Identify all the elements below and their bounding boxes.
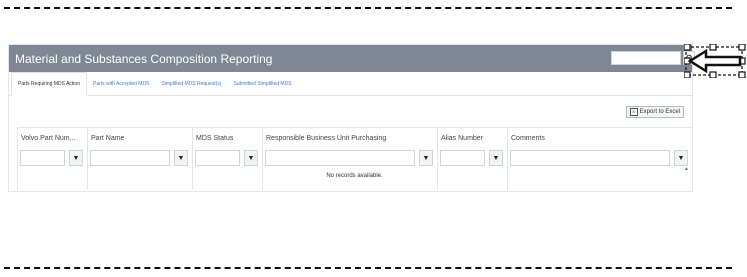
filter-input[interactable] bbox=[440, 150, 485, 166]
column-header[interactable]: Responsible Business Unit Purchasing bbox=[263, 128, 437, 150]
column-header[interactable]: Volvo Part Num... bbox=[18, 128, 87, 150]
tab-parts-requiring-mds-action[interactable]: Parts Requiring MDS Action bbox=[11, 72, 87, 96]
tab-parts-with-accepted-mds[interactable]: Parts with Accepted MDS bbox=[87, 73, 155, 95]
filter-input[interactable] bbox=[195, 150, 240, 166]
top-dashed-rule bbox=[4, 7, 732, 9]
scroll-up-icon[interactable]: ▲ bbox=[684, 166, 689, 172]
column-alias-number: Alias Number ▼ bbox=[437, 128, 507, 190]
export-to-excel-button[interactable]: X Export to Excel bbox=[625, 106, 684, 118]
tab-simplified-mds-requests[interactable]: Simplified MDS Request(s) bbox=[155, 73, 227, 95]
filter-icon[interactable]: ▼ bbox=[69, 150, 83, 166]
column-filter: ▼ bbox=[20, 150, 83, 166]
tab-content: X Export to Excel Volvo Part Num... ▼ Pa… bbox=[9, 96, 692, 192]
filter-input[interactable] bbox=[20, 150, 65, 166]
filter-icon[interactable]: ▼ bbox=[674, 150, 688, 166]
column-header[interactable]: Comments bbox=[508, 128, 692, 150]
column-header[interactable]: Alias Number bbox=[438, 128, 507, 150]
page-title: Material and Substances Composition Repo… bbox=[15, 51, 273, 66]
filter-input[interactable] bbox=[510, 150, 670, 166]
filter-icon[interactable]: ▼ bbox=[244, 150, 258, 166]
tab-submitted-simplified-mds[interactable]: Submitted Simplified MDS bbox=[227, 73, 297, 95]
excel-icon: X bbox=[629, 108, 638, 116]
filter-icon[interactable]: ▼ bbox=[489, 150, 503, 166]
filter-input[interactable] bbox=[265, 150, 415, 166]
column-volvo-part-number: Volvo Part Num... ▼ bbox=[17, 128, 87, 190]
parts-grid: Volvo Part Num... ▼ Part Name ▼ MDS Stat… bbox=[17, 127, 692, 190]
column-mds-status: MDS Status ▼ bbox=[192, 128, 262, 190]
callout-arrow-icon bbox=[684, 44, 746, 78]
column-comments: Comments ▼ bbox=[507, 128, 692, 190]
export-label: Export to Excel bbox=[639, 109, 680, 115]
column-filter: ▼ bbox=[195, 150, 258, 166]
column-header[interactable]: Part Name bbox=[88, 128, 192, 150]
column-filter: ▼ bbox=[510, 150, 688, 166]
filter-icon[interactable]: ▼ bbox=[174, 150, 188, 166]
search-input[interactable] bbox=[611, 51, 681, 65]
title-bar: Material and Substances Composition Repo… bbox=[9, 45, 695, 72]
column-header[interactable]: MDS Status bbox=[193, 128, 262, 150]
mds-reporting-panel: Material and Substances Composition Repo… bbox=[8, 44, 695, 192]
filter-icon[interactable]: ▼ bbox=[419, 150, 433, 166]
column-filter: ▼ bbox=[90, 150, 188, 166]
column-filter: ▼ bbox=[440, 150, 503, 166]
column-part-name: Part Name ▼ bbox=[87, 128, 192, 190]
column-filter: ▼ bbox=[265, 150, 433, 166]
no-records-message: No records available. bbox=[326, 173, 383, 179]
bottom-dashed-rule bbox=[4, 267, 732, 269]
tab-bar: Parts Requiring MDS Action Parts with Ac… bbox=[9, 72, 692, 96]
column-responsible-business-unit: Responsible Business Unit Purchasing ▼ bbox=[262, 128, 437, 190]
filter-input[interactable] bbox=[90, 150, 170, 166]
